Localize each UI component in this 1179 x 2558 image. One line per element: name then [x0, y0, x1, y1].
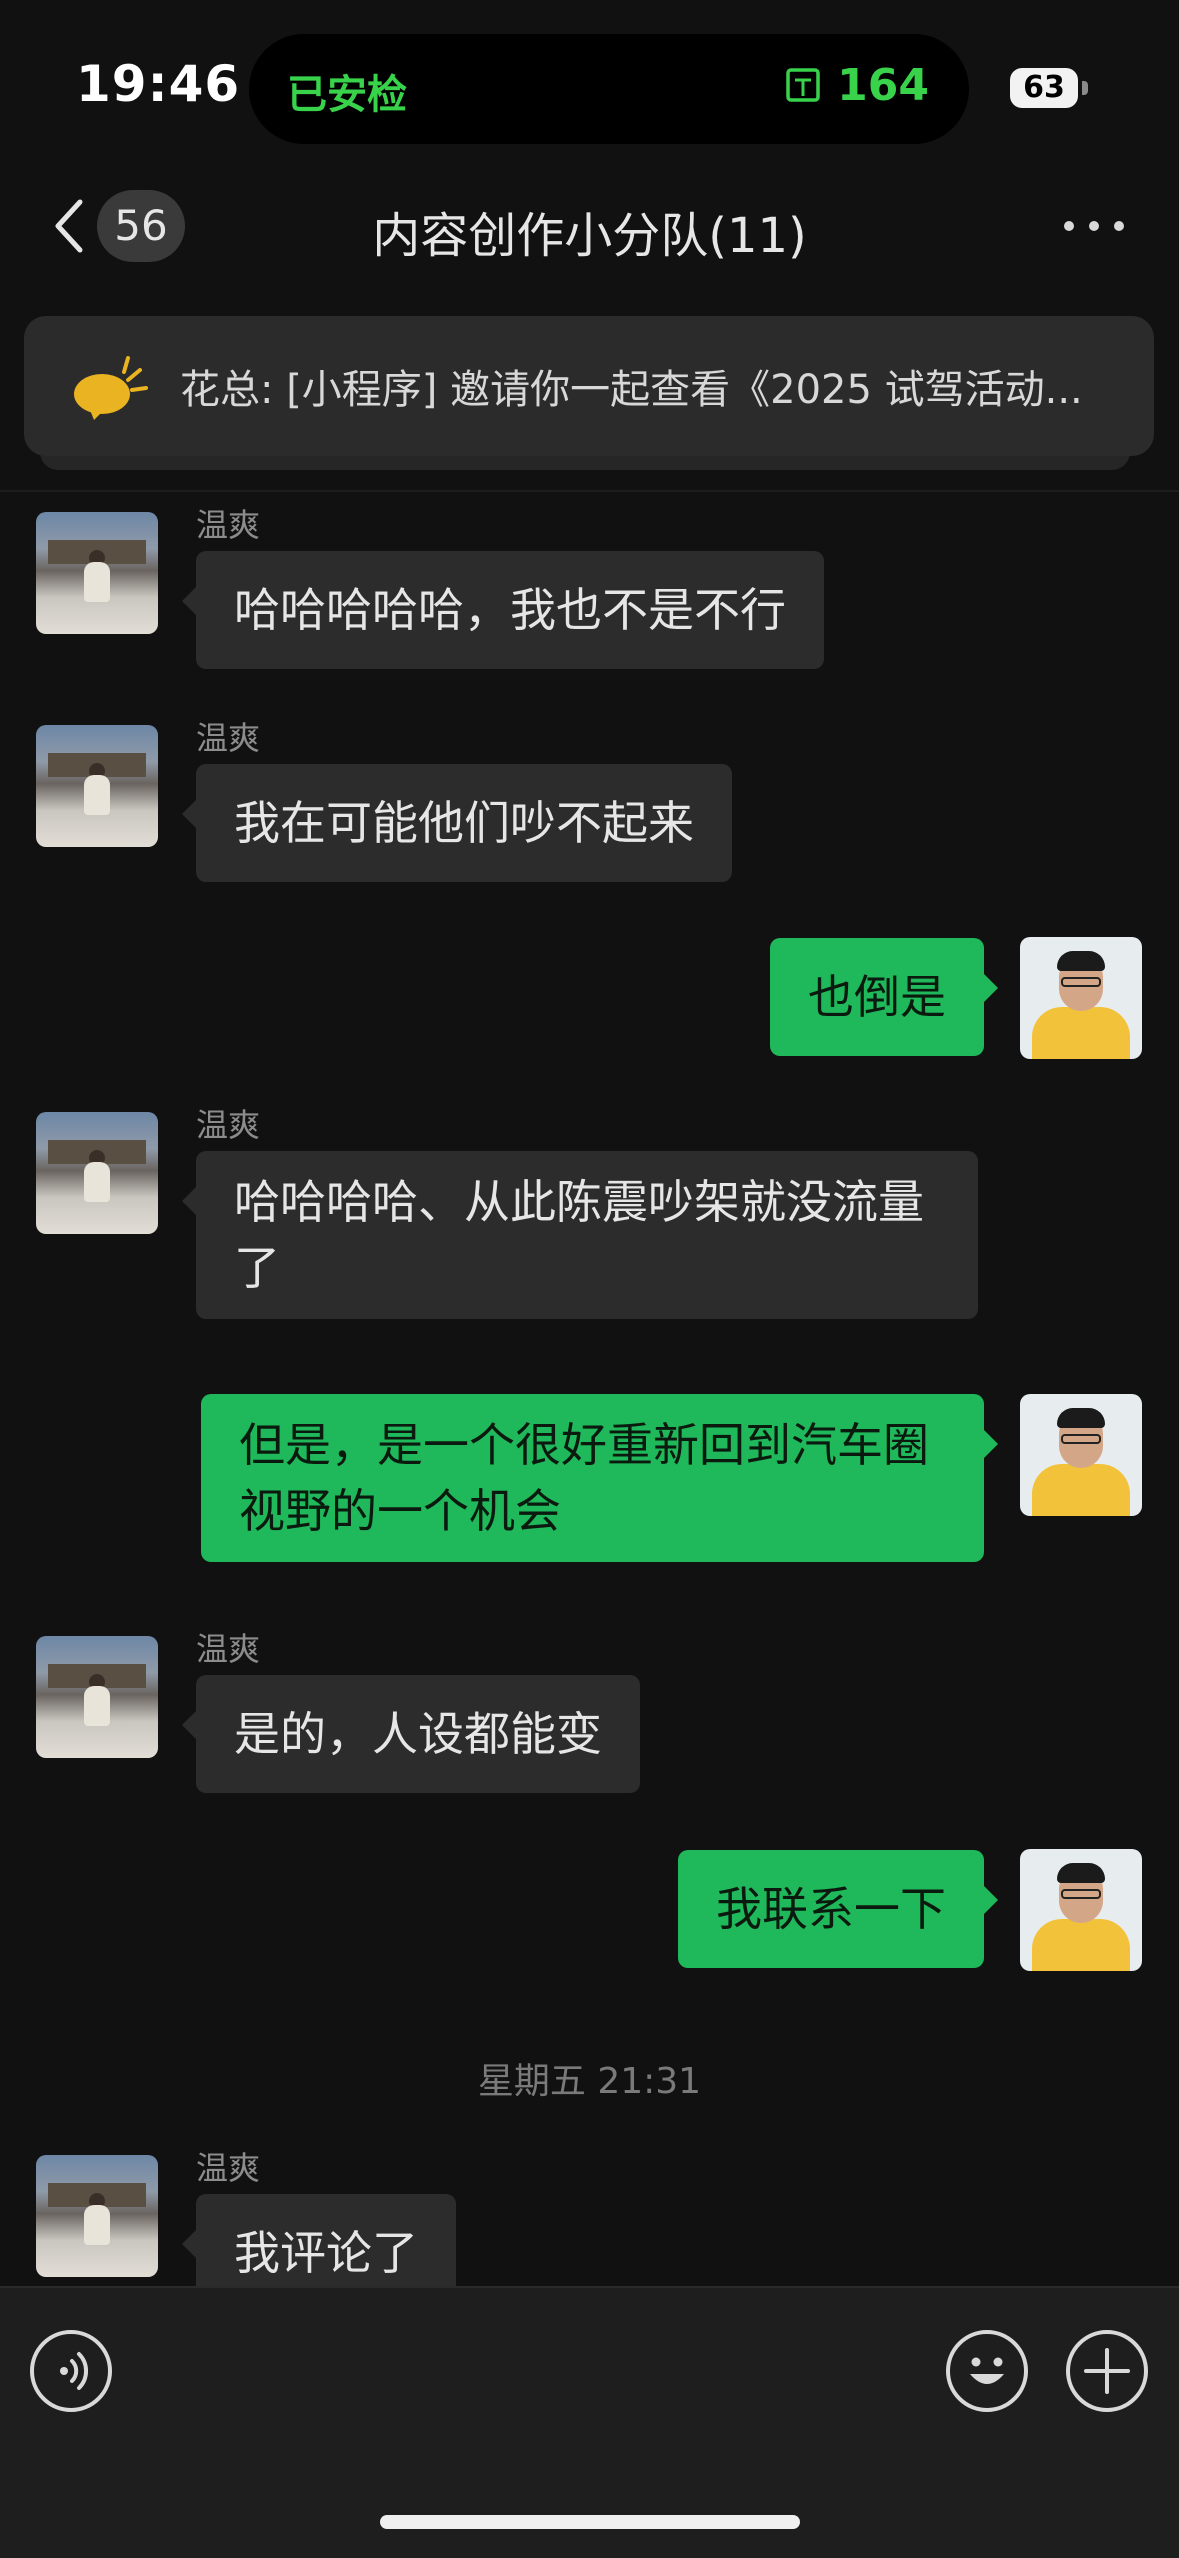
chat-timestamp: 星期五 21:31 [477, 2061, 702, 2102]
chat-title[interactable]: 内容创作小分队(11) [0, 196, 1179, 266]
avatar-detail [84, 1162, 110, 1202]
dynamic-island[interactable]: 已安检 164 [249, 34, 969, 144]
message-bubble-incoming[interactable]: 哈哈哈哈、从此陈震吵架就没流量了 [182, 1151, 978, 1319]
status-time: 19:46 [76, 55, 241, 113]
message-bubble-outgoing[interactable]: 也倒是 [770, 938, 998, 1056]
gate-icon [786, 67, 820, 102]
message-bubble-outgoing[interactable]: 但是，是一个很好重新回到汽车圈视野的一个机会 [201, 1394, 998, 1562]
avatar-detail [84, 1686, 110, 1726]
sender-name: 温爽 [196, 506, 261, 544]
battery-indicator: 63 [1010, 68, 1078, 108]
more-dot [1064, 221, 1074, 231]
my-avatar[interactable] [1020, 1849, 1142, 1971]
avatar-detail [1032, 1007, 1130, 1059]
avatar-detail [1061, 977, 1101, 987]
sender-name: 温爽 [196, 2149, 261, 2187]
avatar-detail [84, 562, 110, 602]
avatar-detail [84, 775, 110, 815]
message-bubble-incoming[interactable]: 是的，人设都能变 [182, 1675, 640, 1793]
avatar-detail [1061, 1434, 1101, 1444]
more-button[interactable] [1064, 196, 1124, 256]
avatar[interactable] [36, 1636, 158, 1758]
plus-button[interactable] [1066, 2330, 1148, 2412]
avatar[interactable] [36, 512, 158, 634]
message-bubble-incoming[interactable]: 我在可能他们吵不起来 [182, 764, 732, 882]
avatar-detail [1032, 1919, 1130, 1971]
avatar-detail [1057, 951, 1105, 971]
gate-number: 164 [837, 60, 929, 111]
home-indicator[interactable] [380, 2515, 800, 2529]
avatar-detail [1057, 1863, 1105, 1883]
avatar-detail [84, 2205, 110, 2245]
voice-icon [60, 2352, 89, 2390]
sender-name: 温爽 [196, 1106, 261, 1144]
avatar-detail [1061, 1889, 1101, 1899]
sender-name: 温爽 [196, 1630, 261, 1668]
emoji-icon [970, 2357, 1004, 2384]
avatar-detail [1032, 1464, 1130, 1516]
avatar[interactable] [36, 1112, 158, 1234]
emoji-button[interactable] [946, 2330, 1028, 2412]
my-avatar[interactable] [1020, 1394, 1142, 1516]
divider [0, 490, 1179, 492]
message-bubble-incoming[interactable]: 哈哈哈哈哈，我也不是不行 [182, 551, 824, 669]
my-avatar[interactable] [1020, 937, 1142, 1059]
island-gate-info: 164 [783, 60, 929, 111]
voice-button[interactable] [30, 2330, 112, 2412]
more-dot [1089, 221, 1099, 231]
battery-cap [1082, 81, 1088, 95]
plus-icon [1084, 2348, 1130, 2394]
more-dot [1114, 221, 1124, 231]
sender-name: 温爽 [196, 719, 261, 757]
message-input[interactable] [140, 2328, 920, 2414]
message-bubble-outgoing[interactable]: 我联系一下 [678, 1850, 998, 1968]
avatar[interactable] [36, 2155, 158, 2277]
megaphone-icon [70, 352, 150, 422]
pinned-text: 花总: [小程序] 邀请你一起查看《2025 试驾活动... [180, 367, 1083, 413]
island-security-status: 已安检 [287, 72, 407, 118]
avatar-detail [1057, 1408, 1105, 1428]
avatar[interactable] [36, 725, 158, 847]
